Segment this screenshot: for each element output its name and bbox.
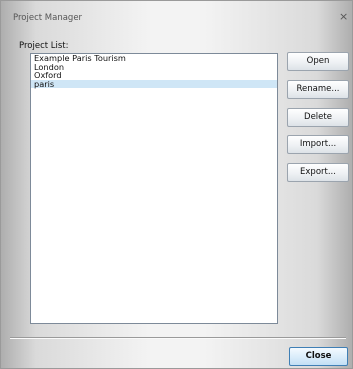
delete-button[interactable]: Delete — [287, 108, 349, 127]
project-list-label: Project List: — [19, 41, 69, 51]
project-list-item[interactable]: London — [31, 62, 277, 72]
footer-separator — [10, 337, 346, 339]
open-button[interactable]: Open — [287, 52, 349, 71]
import-button[interactable]: Import... — [287, 135, 349, 154]
close-icon[interactable]: × — [339, 10, 348, 23]
project-manager-dialog: Project Manager × Project List: Example … — [0, 0, 353, 369]
title-bar: Project Manager × — [2, 2, 352, 33]
close-button[interactable]: Close — [289, 347, 348, 366]
rename-button[interactable]: Rename... — [287, 80, 349, 99]
project-list-item[interactable]: Example Paris Tourism — [31, 54, 277, 63]
project-list-item-selected[interactable]: paris — [31, 80, 277, 89]
window-title: Project Manager — [13, 13, 83, 23]
export-button[interactable]: Export... — [287, 163, 349, 182]
project-listbox[interactable]: Example Paris Tourism London Oxford pari… — [30, 53, 278, 324]
project-list-item[interactable]: Oxford — [31, 71, 277, 80]
